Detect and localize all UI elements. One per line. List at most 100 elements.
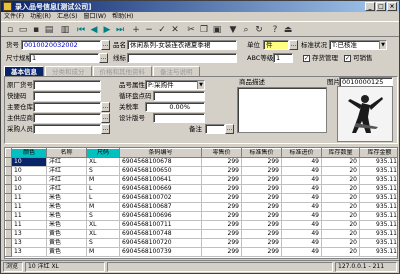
table-cell[interactable]: 299 (201, 175, 242, 185)
table-cell[interactable]: 10 (11, 157, 47, 167)
table-cell[interactable]: 299 (201, 202, 242, 212)
table-cell[interactable]: 935.11 (359, 193, 397, 203)
table-cell[interactable]: 13 (11, 238, 47, 248)
size-input[interactable]: 1 (29, 53, 99, 63)
table-cell[interactable]: M (86, 175, 120, 185)
table-cell[interactable]: L (86, 184, 120, 194)
new-icon[interactable]: ▫ (4, 24, 16, 36)
cancel-icon[interactable]: ✕ (169, 24, 181, 36)
table-cell[interactable]: 10 (11, 184, 47, 194)
table-cell[interactable]: 20 (321, 229, 360, 239)
table-cell[interactable]: 20 (321, 166, 360, 176)
save-icon[interactable]: ▪ (30, 24, 42, 36)
table-cell[interactable]: 11 (11, 211, 47, 221)
table-cell[interactable]: 11 (11, 193, 47, 203)
tab-price[interactable]: 价格和其他资料 (92, 66, 152, 76)
table-cell[interactable]: 299 (241, 184, 282, 194)
attr-select[interactable]: P:采购件 ▼ (145, 80, 205, 90)
col-retail[interactable]: 零售价 (201, 148, 242, 158)
preview-icon[interactable]: ▥ (59, 24, 71, 36)
table-row[interactable]: 11 米色 M 6904568100687 299 299 49 20 935.11 (5, 202, 397, 212)
maximize-button[interactable]: □ (376, 2, 386, 11)
copy-icon[interactable]: ❐ (198, 24, 210, 36)
table-row[interactable]: 11 米色 L 6904568100702 299 299 49 20 935.11 (5, 193, 397, 203)
table-cell[interactable]: 299 (201, 157, 242, 167)
table-cell[interactable]: 6904568100720 (119, 238, 202, 248)
table-cell[interactable]: 米色 (46, 220, 87, 230)
line-input[interactable] (127, 53, 237, 63)
table-cell[interactable]: M (86, 202, 120, 212)
status-select[interactable]: T:已核准 ▼ (329, 40, 387, 50)
last-record-icon[interactable]: ⏭ (114, 24, 126, 36)
sellable-checkbox[interactable]: ✓ (344, 55, 351, 62)
table-row[interactable]: 13 黄色 M 6904568100739 299 299 49 20 935.11 (5, 247, 397, 257)
table-cell[interactable]: L (86, 193, 120, 203)
table-cell[interactable]: 黄色 (46, 247, 87, 257)
table-cell[interactable]: 299 (241, 166, 282, 176)
quick-code-input[interactable] (33, 91, 101, 101)
vendor-lookup-button[interactable]: … (101, 113, 110, 123)
table-cell[interactable]: 299 (201, 184, 242, 194)
table-cell[interactable]: 49 (281, 157, 322, 167)
table-cell[interactable]: 米色 (46, 202, 87, 212)
help-icon[interactable]: ? (269, 24, 281, 36)
table-cell[interactable]: 20 (321, 211, 360, 221)
table-cell[interactable]: 299 (201, 229, 242, 239)
table-cell[interactable]: 935.11 (359, 166, 397, 176)
table-cell[interactable]: 米色 (46, 211, 87, 221)
table-cell[interactable]: XL (86, 229, 120, 239)
table-cell[interactable]: 49 (281, 247, 322, 257)
table-cell[interactable]: XL (86, 157, 120, 167)
table-cell[interactable]: 299 (241, 229, 282, 239)
table-cell[interactable]: 20 (321, 220, 360, 230)
table-cell[interactable]: 299 (201, 193, 242, 203)
table-cell[interactable]: 299 (201, 211, 242, 221)
menu-function[interactable]: 功能(R) (30, 12, 51, 21)
col-color[interactable]: 颜色 (11, 148, 47, 158)
table-row[interactable]: 10 洋红 L 6904568100669 299 299 49 20 935.11 (5, 184, 397, 194)
table-cell[interactable]: 20 (321, 202, 360, 212)
warehouse-lookup-button[interactable]: … (101, 102, 110, 112)
menu-summary[interactable]: 汇总(S) (57, 12, 78, 21)
unit-lookup-button[interactable]: … (289, 40, 298, 50)
table-cell[interactable]: 49 (281, 220, 322, 230)
remark-input[interactable] (205, 124, 225, 134)
table-cell[interactable]: 6904568100687 (119, 202, 202, 212)
table-cell[interactable]: S (86, 238, 120, 248)
table-cell[interactable]: 10 (11, 175, 47, 185)
tab-category[interactable]: 分类和成分 (45, 66, 92, 76)
menu-file[interactable]: 文件(F) (4, 12, 24, 21)
delete-icon[interactable]: − (143, 24, 155, 36)
cut-icon[interactable]: ✂ (185, 24, 197, 36)
table-cell[interactable]: 49 (281, 193, 322, 203)
table-row[interactable]: 13 黄色 S 6904568100720 299 299 49 20 935.11 (5, 238, 397, 248)
table-cell[interactable]: 20 (321, 238, 360, 248)
table-cell[interactable]: M (86, 247, 120, 257)
table-cell[interactable]: 6904568100711 (119, 220, 202, 230)
table-cell[interactable]: 20 (321, 193, 360, 203)
table-cell[interactable]: 11 (11, 220, 47, 230)
col-size[interactable]: 尺码 (86, 148, 120, 158)
col-name[interactable]: 名称 (46, 148, 87, 158)
table-cell[interactable]: 6904568100678 (119, 157, 202, 167)
chevron-down-icon[interactable]: ▼ (379, 41, 386, 49)
table-cell[interactable]: 299 (241, 211, 282, 221)
table-cell[interactable]: 11 (11, 202, 47, 212)
table-cell[interactable]: 6904568100748 (119, 229, 202, 239)
table-cell[interactable]: 黄色 (46, 229, 87, 239)
table-cell[interactable]: 6904568100669 (119, 184, 202, 194)
table-cell[interactable]: 6904568100696 (119, 211, 202, 221)
tab-basic-info[interactable]: 基本信息 (4, 66, 44, 76)
table-cell[interactable]: 13 (11, 247, 47, 257)
item-no-lookup-button[interactable]: … (101, 40, 110, 50)
cycle-input[interactable] (153, 91, 205, 101)
table-cell[interactable]: 49 (281, 211, 322, 221)
table-cell[interactable]: S (86, 211, 120, 221)
close-button[interactable]: × (387, 2, 397, 11)
warehouse-input[interactable] (33, 102, 101, 112)
table-cell[interactable]: 299 (201, 220, 242, 230)
name-input[interactable]: 休闲系列-女装连衣裙夏季裙 (127, 40, 237, 50)
table-cell[interactable]: 20 (321, 175, 360, 185)
table-cell[interactable]: 299 (241, 157, 282, 167)
buyer-lookup-button[interactable]: … (101, 124, 110, 134)
